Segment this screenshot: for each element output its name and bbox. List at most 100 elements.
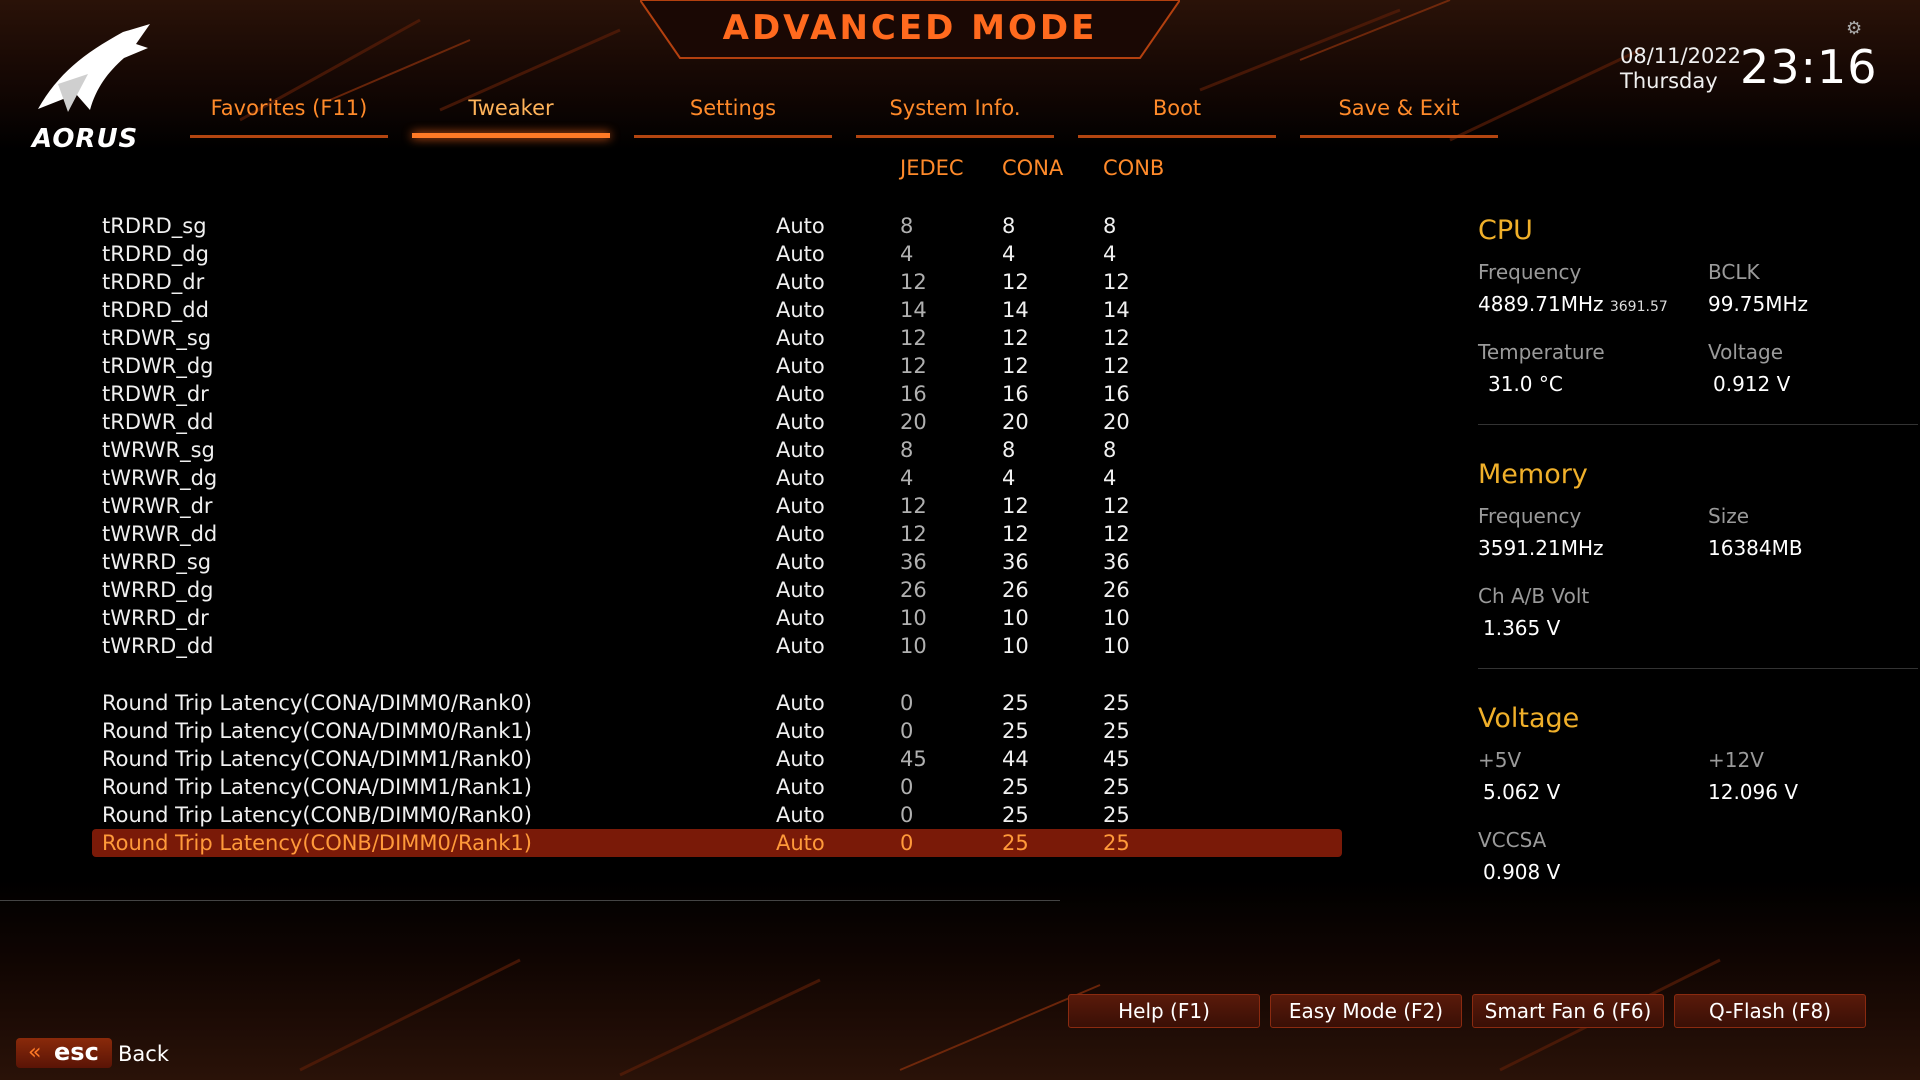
setting-value[interactable]: Auto [776, 719, 825, 743]
setting-value[interactable]: Auto [776, 214, 825, 238]
conb-value: 25 [1103, 691, 1130, 715]
setting-name: Round Trip Latency(CONA/DIMM1/Rank0) [102, 747, 532, 771]
setting-row[interactable]: tRDWR_dr Auto 16 16 16 [92, 380, 1342, 408]
cona-value: 4 [1002, 242, 1016, 266]
esc-label: esc [54, 1038, 99, 1066]
setting-row[interactable]: tWRRD_dr Auto 10 10 10 [92, 604, 1342, 632]
esc-button[interactable]: « esc [16, 1038, 112, 1068]
setting-row[interactable]: tRDWR_sg Auto 12 12 12 [92, 324, 1342, 352]
setting-row[interactable]: tWRWR_sg Auto 8 8 8 [92, 436, 1342, 464]
tab-save-exit[interactable]: Save & Exit [1300, 96, 1498, 138]
conb-value: 25 [1103, 719, 1130, 743]
jedec-value: 8 [900, 438, 914, 462]
setting-value[interactable]: Auto [776, 466, 825, 490]
setting-row[interactable]: tRDWR_dd Auto 20 20 20 [92, 408, 1342, 436]
setting-name: tWRWR_sg [102, 438, 215, 462]
setting-row[interactable]: Round Trip Latency(CONA/DIMM1/Rank0) Aut… [92, 745, 1342, 773]
function-buttons: Help (F1) Easy Mode (F2) Smart Fan 6 (F6… [1068, 994, 1866, 1028]
setting-value[interactable]: Auto [776, 354, 825, 378]
setting-row[interactable]: tRDWR_dg Auto 12 12 12 [92, 352, 1342, 380]
conb-value: 12 [1103, 270, 1130, 294]
setting-row[interactable]: tRDRD_dd Auto 14 14 14 [92, 296, 1342, 324]
conb-value: 25 [1103, 803, 1130, 827]
tab-favorites[interactable]: Favorites (F11) [190, 96, 388, 138]
setting-value[interactable]: Auto [776, 606, 825, 630]
cona-value: 25 [1002, 719, 1029, 743]
setting-row[interactable]: tWRWR_dr Auto 12 12 12 [92, 492, 1342, 520]
back-link[interactable]: Back [118, 1042, 169, 1066]
smart-fan-button[interactable]: Smart Fan 6 (F6) [1472, 994, 1664, 1028]
setting-row[interactable]: tRDRD_dg Auto 4 4 4 [92, 240, 1342, 268]
setting-value[interactable]: Auto [776, 803, 825, 827]
setting-value[interactable]: Auto [776, 747, 825, 771]
column-header-cona: CONA [1002, 156, 1064, 180]
voltage-info: +5V +12V 5.062 V 12.096 V VCCSA 0.908 V [1478, 748, 1918, 900]
tab-label: Save & Exit [1338, 96, 1460, 120]
tab-settings[interactable]: Settings [634, 96, 832, 138]
setting-row[interactable]: tWRWR_dd Auto 12 12 12 [92, 520, 1342, 548]
setting-value[interactable]: Auto [776, 494, 825, 518]
cona-value: 10 [1002, 606, 1029, 630]
setting-value[interactable]: Auto [776, 550, 825, 574]
ch-ab-volt-value: 1.365 V [1483, 616, 1561, 640]
tab-system-info[interactable]: System Info. [856, 96, 1054, 138]
tab-underline [1300, 135, 1498, 138]
setting-row[interactable]: tWRRD_dd Auto 10 10 10 [92, 632, 1342, 660]
setting-name: Round Trip Latency(CONB/DIMM0/Rank0) [102, 803, 532, 827]
setting-value[interactable]: Auto [776, 326, 825, 350]
setting-row[interactable]: tWRRD_dg Auto 26 26 26 [92, 576, 1342, 604]
setting-value[interactable]: Auto [776, 691, 825, 715]
tab-underline [856, 135, 1054, 138]
setting-name: Round Trip Latency(CONA/DIMM1/Rank1) [102, 775, 532, 799]
setting-value[interactable]: Auto [776, 298, 825, 322]
cona-value: 25 [1002, 775, 1029, 799]
qflash-button[interactable]: Q-Flash (F8) [1674, 994, 1866, 1028]
easy-mode-button[interactable]: Easy Mode (F2) [1270, 994, 1462, 1028]
setting-value[interactable]: Auto [776, 410, 825, 434]
tab-label: Favorites (F11) [210, 96, 368, 120]
setting-name: tRDWR_dg [102, 354, 214, 378]
setting-value[interactable]: Auto [776, 382, 825, 406]
settings-gear-icon[interactable]: ⚙ [1846, 18, 1862, 39]
setting-value[interactable]: Auto [776, 775, 825, 799]
plus12v-label: +12V [1708, 748, 1764, 772]
conb-value: 36 [1103, 550, 1130, 574]
setting-row[interactable]: Round Trip Latency(CONB/DIMM0/Rank0) Aut… [92, 801, 1342, 829]
setting-row[interactable]: tWRWR_dg Auto 4 4 4 [92, 464, 1342, 492]
help-button[interactable]: Help (F1) [1068, 994, 1260, 1028]
setting-value[interactable]: Auto [776, 831, 825, 855]
cpu-voltage-value: 0.912 V [1713, 372, 1791, 396]
setting-name: tWRWR_dg [102, 466, 218, 490]
setting-name: tRDWR_sg [102, 326, 212, 350]
setting-value[interactable]: Auto [776, 242, 825, 266]
tab-label: Boot [1152, 96, 1202, 120]
main-tabs: Favorites (F11) Tweaker Settings System … [190, 96, 1498, 138]
setting-row[interactable]: tRDRD_dr Auto 12 12 12 [92, 268, 1342, 296]
conb-value: 12 [1103, 354, 1130, 378]
conb-value: 25 [1103, 831, 1130, 855]
setting-row-selected[interactable]: Round Trip Latency(CONB/DIMM0/Rank1) Aut… [92, 829, 1342, 857]
tab-tweaker[interactable]: Tweaker [412, 96, 610, 138]
jedec-value: 12 [900, 326, 927, 350]
conb-value: 8 [1103, 214, 1117, 238]
setting-value[interactable]: Auto [776, 270, 825, 294]
setting-name: tRDRD_dg [102, 242, 209, 266]
setting-value[interactable]: Auto [776, 522, 825, 546]
date-text: 08/11/2022 [1620, 44, 1742, 68]
setting-value[interactable]: Auto [776, 578, 825, 602]
conb-value: 26 [1103, 578, 1130, 602]
plus12v-value: 12.096 V [1708, 780, 1799, 804]
setting-value[interactable]: Auto [776, 438, 825, 462]
conb-value: 8 [1103, 438, 1117, 462]
tab-underline [412, 133, 610, 138]
conb-value: 45 [1103, 747, 1130, 771]
jedec-value: 10 [900, 634, 927, 658]
setting-value[interactable]: Auto [776, 634, 825, 658]
setting-row[interactable]: Round Trip Latency(CONA/DIMM1/Rank1) Aut… [92, 773, 1342, 801]
tab-boot[interactable]: Boot [1078, 96, 1276, 138]
plus5v-value: 5.062 V [1483, 780, 1561, 804]
setting-row[interactable]: tWRRD_sg Auto 36 36 36 [92, 548, 1342, 576]
setting-row[interactable]: tRDRD_sg Auto 8 8 8 [92, 212, 1342, 240]
setting-row[interactable]: Round Trip Latency(CONA/DIMM0/Rank1) Aut… [92, 717, 1342, 745]
setting-row[interactable]: Round Trip Latency(CONA/DIMM0/Rank0) Aut… [92, 689, 1342, 717]
